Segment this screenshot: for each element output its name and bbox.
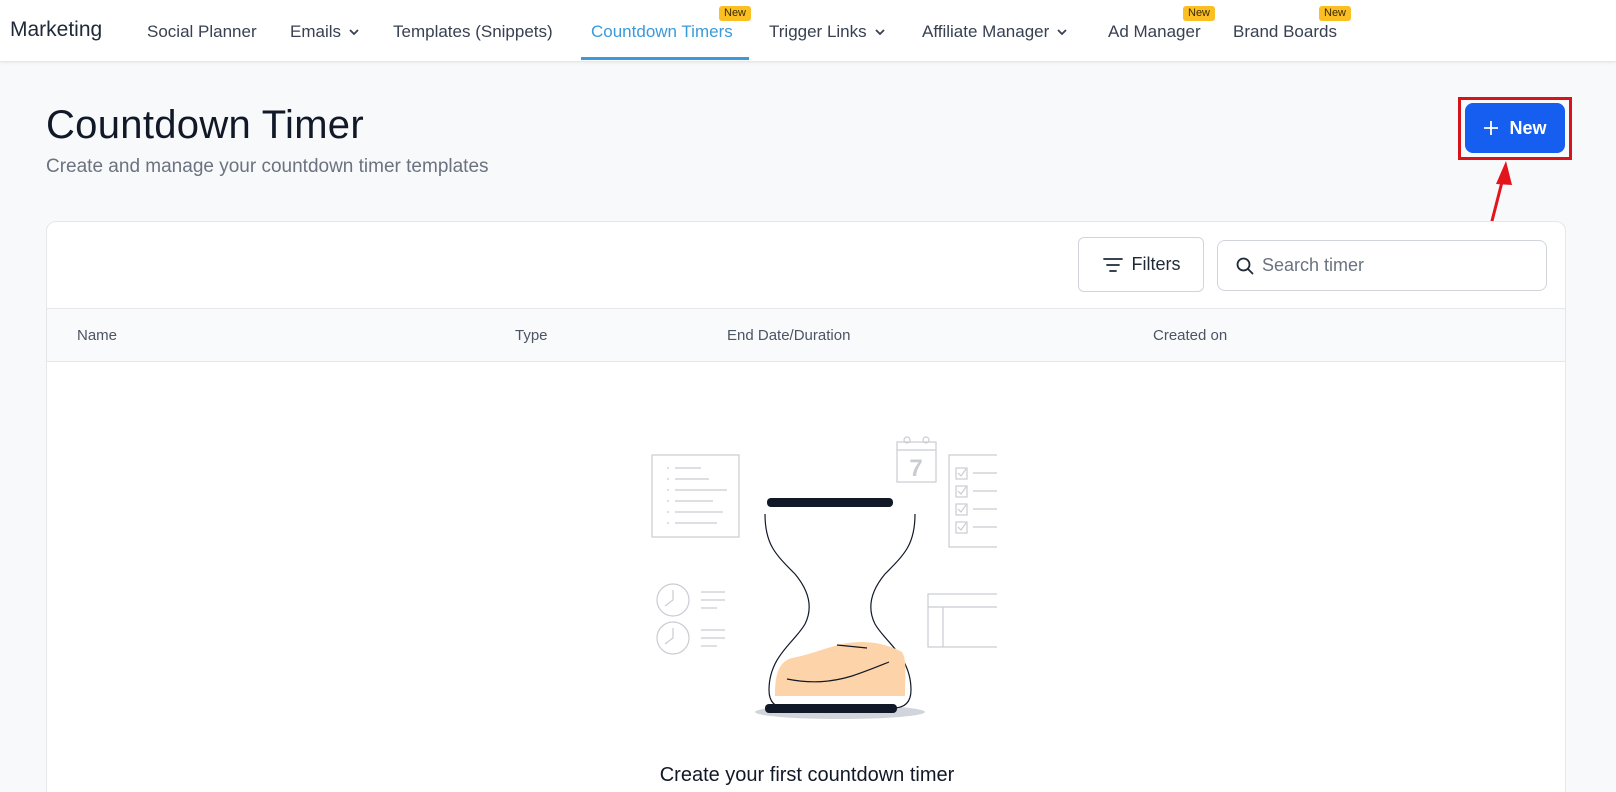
- empty-state-title: Create your first countdown timer: [659, 764, 955, 786]
- hourglass-illustration: 7: [651, 436, 997, 719]
- timers-card: Filters Name Type End Date/Duration Crea…: [46, 221, 1566, 792]
- nav-templates-snippets[interactable]: Templates (Snippets): [393, 22, 553, 42]
- plus-icon: [1484, 121, 1499, 135]
- search-box[interactable]: [1217, 240, 1547, 291]
- brand-title: Marketing: [10, 18, 103, 41]
- new-badge: New: [1183, 6, 1216, 21]
- nav-trigger-links[interactable]: Trigger Links: [769, 22, 885, 42]
- chevron-down-icon: [875, 29, 885, 36]
- nav-label: Countdown Timers: [591, 22, 733, 41]
- nav-label: Ad Manager: [1108, 22, 1201, 41]
- checklist-icon: [948, 454, 997, 548]
- column-header-type[interactable]: Type: [515, 327, 548, 344]
- top-navigation: Marketing Social Planner Emails Template…: [0, 0, 1616, 62]
- table-header: Name Type End Date/Duration Created on: [47, 308, 1565, 362]
- nav-countdown-timers[interactable]: Countdown Timers: [591, 22, 733, 42]
- calendar-number: 7: [909, 455, 922, 482]
- nav-affiliate-manager[interactable]: Affiliate Manager: [922, 22, 1067, 42]
- nav-ad-manager[interactable]: Ad Manager: [1108, 22, 1201, 42]
- document-icon: [651, 454, 740, 538]
- active-tab-indicator: [581, 57, 749, 60]
- page-title: Countdown Timer: [46, 103, 364, 147]
- nav-label: Social Planner: [147, 22, 257, 41]
- nav-brand-boards[interactable]: Brand Boards: [1233, 22, 1337, 42]
- new-badge: New: [719, 6, 752, 21]
- column-header-created-on[interactable]: Created on: [1153, 327, 1227, 344]
- nav-label: Templates (Snippets): [393, 22, 553, 41]
- chevron-down-icon: [349, 29, 359, 36]
- search-icon: [1236, 257, 1254, 274]
- nav-social-planner[interactable]: Social Planner: [147, 22, 257, 42]
- hourglass-icon: [755, 498, 925, 719]
- new-button-label: New: [1509, 117, 1547, 138]
- nav-label: Brand Boards: [1233, 22, 1337, 41]
- new-badge: New: [1319, 6, 1352, 21]
- nav-emails[interactable]: Emails: [290, 22, 359, 42]
- new-timer-button[interactable]: New: [1465, 103, 1565, 153]
- filters-button[interactable]: Filters: [1078, 237, 1204, 292]
- filters-label: Filters: [1131, 254, 1181, 274]
- chevron-down-icon: [1057, 29, 1067, 36]
- window-icon: [927, 593, 997, 648]
- search-input[interactable]: [1262, 255, 1532, 276]
- filter-icon: [1102, 257, 1123, 272]
- nav-label: Emails: [290, 22, 342, 41]
- clock-list-icon: [656, 583, 725, 655]
- column-header-end-date[interactable]: End Date/Duration: [727, 327, 850, 344]
- nav-label: Affiliate Manager: [922, 22, 1050, 41]
- page-subtitle: Create and manage your countdown timer t…: [46, 156, 489, 177]
- column-header-name[interactable]: Name: [77, 327, 117, 344]
- nav-label: Trigger Links: [769, 22, 867, 41]
